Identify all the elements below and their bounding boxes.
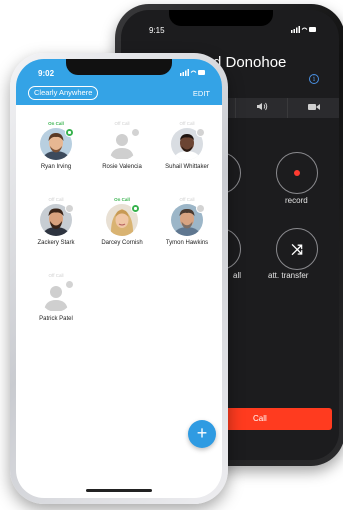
hold-label: all — [233, 271, 242, 280]
contact-name: Ryan Irving — [40, 164, 72, 170]
call-contact-name: d Donohoe — [213, 54, 287, 71]
off-call-badge-icon — [196, 204, 205, 213]
call-status: Off Call — [48, 197, 64, 202]
call-status: Off Call — [48, 273, 64, 278]
record-dot-icon — [294, 170, 300, 176]
contact-name: Tymon Hawkins — [165, 240, 209, 246]
transfer-icon: ⤨ — [291, 240, 303, 257]
off-call-badge-icon — [65, 204, 74, 213]
app-title[interactable]: Clearly Anywhere — [28, 86, 99, 100]
add-contact-button[interactable]: + — [188, 420, 216, 448]
att-transfer-label: att. transfer — [268, 271, 309, 280]
info-icon[interactable]: i — [309, 74, 319, 84]
home-indicator — [86, 489, 152, 492]
status-time: 9:15 — [149, 26, 165, 35]
status-icons — [291, 26, 317, 35]
video-tab[interactable] — [287, 98, 339, 118]
record-label: record — [285, 196, 308, 205]
contact-card[interactable]: Off Call Tymon Hawkins — [153, 197, 221, 246]
end-call-label: Call — [253, 414, 267, 423]
speaker-tab[interactable] — [235, 98, 287, 118]
contact-name: Darcey Cornish — [101, 240, 143, 246]
front-phone: 9:02 Clearly Anywhere EDIT On Call Ryan … — [10, 53, 228, 504]
signal-wifi-battery-icon — [180, 69, 205, 76]
call-status: Off Call — [114, 121, 130, 126]
notch — [169, 10, 273, 26]
call-status: Off Call — [179, 197, 195, 202]
contact-name: Zackery Stark — [37, 240, 75, 246]
contact-card[interactable]: Off Call Rosie Valencia — [88, 121, 156, 170]
on-call-badge-icon — [131, 204, 140, 213]
notch — [66, 59, 172, 75]
contact-name: Patrick Patel — [39, 316, 73, 322]
avatar-container — [106, 204, 140, 236]
att-transfer-button[interactable]: ⤨ — [276, 228, 318, 270]
contact-card[interactable]: Off Call Patrick Patel — [22, 273, 90, 322]
contact-name: Rosie Valencia — [102, 164, 142, 170]
status-icons — [180, 69, 206, 78]
contact-card[interactable]: On Call Ryan Irving — [22, 121, 90, 170]
record-button[interactable] — [276, 152, 318, 194]
avatar-container — [171, 204, 205, 236]
contact-card[interactable]: Off Call Suhail Whittaker — [153, 121, 221, 170]
contacts-screen: 9:02 Clearly Anywhere EDIT On Call Ryan … — [16, 59, 222, 498]
signal-wifi-battery-icon — [291, 26, 316, 33]
avatar-container — [171, 128, 205, 160]
off-call-badge-icon — [196, 128, 205, 137]
contact-card[interactable]: On Call Darcey Cornish — [88, 197, 156, 246]
call-status: On Call — [48, 121, 64, 126]
speaker-icon — [256, 102, 267, 111]
contact-name: Suhail Whittaker — [165, 164, 209, 170]
on-call-badge-icon — [65, 128, 74, 137]
call-status: Off Call — [179, 121, 195, 126]
status-time: 9:02 — [38, 69, 55, 78]
avatar-container — [40, 280, 74, 312]
call-status: On Call — [114, 197, 130, 202]
video-icon — [307, 104, 320, 110]
avatar-container — [40, 128, 74, 160]
off-call-badge-icon — [65, 280, 74, 289]
avatar-container — [40, 204, 74, 236]
contact-card[interactable]: Off Call Zackery Stark — [22, 197, 90, 246]
off-call-badge-icon — [131, 128, 140, 137]
avatar-container — [106, 128, 140, 160]
edit-button[interactable]: EDIT — [193, 89, 210, 98]
